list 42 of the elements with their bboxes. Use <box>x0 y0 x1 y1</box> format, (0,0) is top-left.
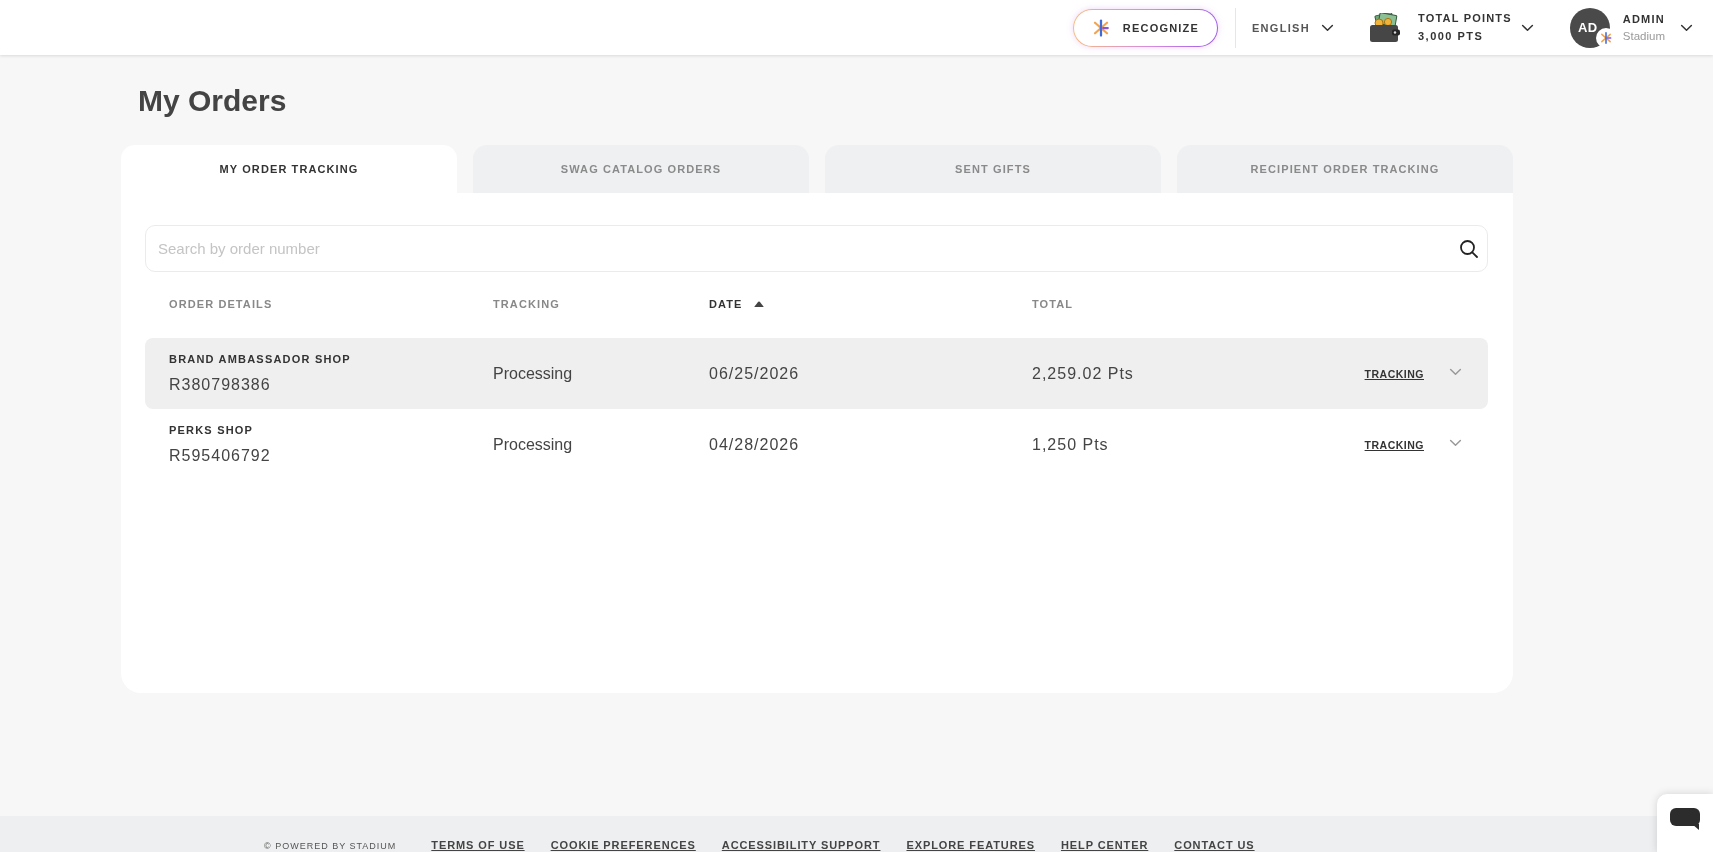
footer-link[interactable]: COOKIE PREFERENCES <box>550 839 696 852</box>
search-icon[interactable] <box>1459 239 1478 258</box>
order-number: R380798386 <box>169 375 272 395</box>
tab[interactable]: MY ORDER TRACKING <box>121 145 457 193</box>
order-date: 04/28/2026 <box>709 435 800 454</box>
order-total: 1,250 Pts <box>1032 435 1109 454</box>
recognize-button[interactable]: RECOGNIZE <box>1072 8 1218 47</box>
column-header[interactable]: TOTAL <box>1032 298 1074 310</box>
footer-link[interactable]: HELP CENTER <box>1060 839 1149 852</box>
tracking-status: Processing <box>493 435 573 454</box>
copyright-text: © POWERED BY STADIUM <box>264 840 397 852</box>
footer-link[interactable]: TERMS OF USE <box>431 839 525 852</box>
page-title: My Orders <box>138 83 287 119</box>
column-header[interactable]: TRACKING <box>493 298 560 310</box>
order-number: R595406792 <box>169 446 271 466</box>
footer-link[interactable]: ACCESSIBILITY SUPPORT <box>721 839 881 852</box>
shop-name: PERKS SHOP <box>169 423 255 437</box>
order-date: 06/25/2026 <box>709 364 800 383</box>
footer-link[interactable]: EXPLORE FEATURES <box>906 839 1035 852</box>
column-header[interactable]: DATE <box>709 298 765 310</box>
column-header[interactable]: ORDER DETAILS <box>169 298 273 310</box>
points-label: TOTAL POINTS <box>1417 12 1512 25</box>
shop-name: BRAND AMBASSADOR SHOP <box>169 352 351 366</box>
chevron-down-icon[interactable] <box>1680 23 1693 32</box>
points-value: 3,000 PTS <box>1417 30 1485 43</box>
chevron-down-icon[interactable] <box>1520 23 1534 32</box>
sort-arrow-icon <box>752 301 765 307</box>
tracking-link[interactable]: TRACKING <box>1364 438 1424 451</box>
chat-bubble-icon <box>1670 808 1700 830</box>
language-selector[interactable]: ENGLISH <box>1251 21 1334 34</box>
user-name: ADMIN <box>1622 12 1665 26</box>
starburst-icon <box>1091 18 1110 37</box>
chevron-down-icon <box>1320 23 1334 32</box>
chat-button[interactable] <box>1657 794 1713 852</box>
footer-link[interactable]: CONTACT US <box>1174 839 1255 852</box>
table-row[interactable]: BRAND AMBASSADOR SHOP R380798386 Processing 06/25/2026 2,259.02 Pts TRACKING <box>145 338 1488 409</box>
order-total: 2,259.02 Pts <box>1032 364 1134 383</box>
organization-name: Stadium <box>1622 28 1665 43</box>
tracking-status: Processing <box>493 364 573 383</box>
wallet-icon <box>1368 12 1401 43</box>
tracking-link[interactable]: TRACKING <box>1364 367 1424 380</box>
search-field[interactable]: Search by order number <box>145 225 1488 272</box>
